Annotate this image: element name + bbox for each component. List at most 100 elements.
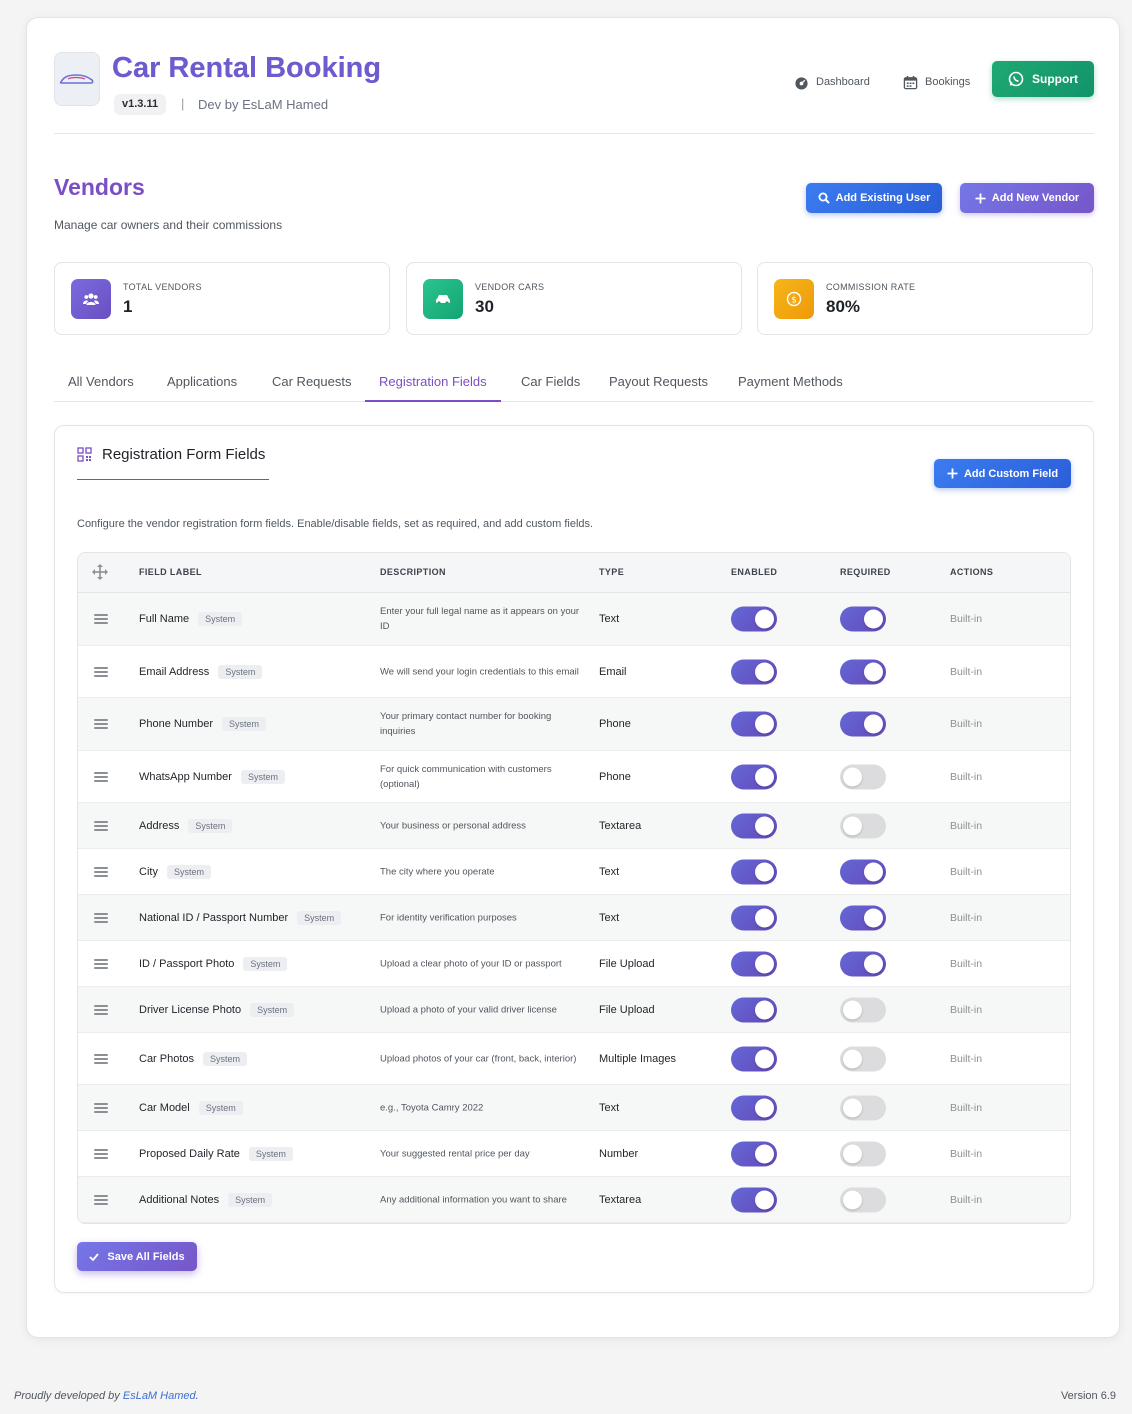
add-new-vendor-button[interactable]: Add New Vendor [960,183,1094,213]
drag-handle-icon[interactable] [94,717,108,731]
drag-handle-icon[interactable] [94,1101,108,1115]
enabled-toggle[interactable] [731,764,777,789]
table-row: City System The city where you operate Text… [78,849,1070,895]
action-text: Built-in [950,911,983,924]
tab-registration-fields[interactable]: Registration Fields [365,366,501,402]
tab-payout-requests[interactable]: Payout Requests [595,366,722,402]
required-toggle[interactable] [840,659,886,684]
header-field-label: FIELD LABEL [139,567,202,577]
required-toggle[interactable] [840,1141,886,1166]
field-description: For quick communication with customers (… [380,763,552,790]
vendor-tabs: All Vendors Applications Car Requests Re… [54,366,1094,402]
enabled-toggle[interactable] [731,1187,777,1212]
tab-applications[interactable]: Applications [153,366,251,402]
drag-handle-icon[interactable] [94,665,108,679]
stat-card-commission-rate: $ COMMISSION RATE 80% [757,262,1093,335]
field-type: Text [599,911,620,924]
enabled-toggle[interactable] [731,997,777,1022]
table-row: Full Name System Enter your full legal nam… [78,593,1070,646]
required-toggle[interactable] [840,905,886,930]
field-type: Number [599,1147,639,1160]
drag-handle-icon[interactable] [94,865,108,879]
field-label-cell: WhatsApp Number System [139,769,285,784]
nav-bookings-label: Bookings [925,76,971,88]
system-badge: System [250,1002,295,1017]
enabled-toggle[interactable] [731,606,777,632]
system-badge: System [228,1192,273,1207]
toggle-knob [864,908,883,927]
drag-handle-icon[interactable] [94,1147,108,1161]
enabled-toggle[interactable] [731,951,777,976]
toggle-knob [755,954,774,973]
enabled-toggle[interactable] [731,1141,777,1166]
whatsapp-icon [1008,71,1024,87]
field-label-cell: Car Model System [139,1100,243,1115]
required-toggle[interactable] [840,997,886,1022]
drag-handle-icon[interactable] [94,1193,108,1207]
action-text: Built-in [950,865,983,878]
system-badge: System [222,717,267,731]
support-button[interactable]: Support [992,61,1094,97]
enabled-toggle[interactable] [731,813,777,838]
drag-handle-icon[interactable] [94,819,108,833]
action-text: Built-in [950,957,983,970]
required-toggle[interactable] [840,711,886,737]
toggle-knob [755,816,774,835]
plus-icon [975,193,986,203]
nav-dashboard-link[interactable]: Dashboard [794,72,870,92]
field-description: Any additional information you want to s… [380,1194,567,1205]
stat-value: 30 [475,297,494,316]
nav-dashboard-label: Dashboard [816,76,870,88]
enabled-toggle[interactable] [731,1046,777,1071]
required-toggle[interactable] [840,1187,886,1212]
add-custom-field-button[interactable]: Add Custom Field [934,459,1071,488]
field-label: Proposed Daily Rate [139,1147,240,1160]
field-type: Text [599,613,620,625]
action-text: Built-in [950,613,983,625]
required-toggle[interactable] [840,951,886,976]
required-toggle[interactable] [840,1095,886,1120]
footer-author-link[interactable]: EsLaM Hamed [123,1390,196,1402]
developer-credit: Dev by EsLaM Hamed [198,97,329,112]
enabled-toggle[interactable] [731,711,777,737]
tab-car-requests[interactable]: Car Requests [258,366,365,402]
action-text: Built-in [950,1052,983,1065]
field-description: Upload photos of your car (front, back, … [380,1053,577,1064]
required-toggle[interactable] [840,859,886,884]
add-existing-user-button[interactable]: Add Existing User [806,183,942,213]
drag-handle-icon[interactable] [94,1052,108,1066]
dollar-icon: $ [774,279,814,319]
system-badge: System [240,769,285,784]
tab-payment-methods[interactable]: Payment Methods [724,366,857,402]
field-label-cell: Full Name System [139,612,243,626]
enabled-toggle[interactable] [731,1095,777,1120]
required-toggle[interactable] [840,813,886,838]
drag-handle-icon[interactable] [94,1003,108,1017]
field-type: Multiple Images [599,1052,677,1065]
enabled-toggle[interactable] [731,659,777,684]
drag-handle-icon[interactable] [94,770,108,784]
toggle-knob [755,1000,774,1019]
enabled-toggle[interactable] [731,905,777,930]
action-text: Built-in [950,1147,983,1160]
tab-all-vendors[interactable]: All Vendors [54,366,148,402]
panel-title-label: Registration Form Fields [102,446,266,463]
drag-handle-icon[interactable] [94,911,108,925]
nav-bookings-link[interactable]: Bookings [903,72,970,92]
toggle-knob [864,862,883,881]
dashboard-icon [795,76,808,90]
toggle-knob [755,862,774,881]
tab-car-fields[interactable]: Car Fields [507,366,594,402]
required-toggle[interactable] [840,1046,886,1071]
required-toggle[interactable] [840,606,886,632]
table-row: Car Photos System Upload photos of your ca… [78,1033,1070,1085]
users-icon [71,279,111,319]
add-existing-user-label: Add Existing User [835,192,931,204]
car-logo-icon [59,74,94,84]
save-all-fields-button[interactable]: Save All Fields [77,1242,197,1271]
required-toggle[interactable] [840,764,886,789]
drag-handle-icon[interactable] [94,957,108,971]
enabled-toggle[interactable] [731,859,777,884]
drag-handle-icon[interactable] [94,612,108,626]
action-text: Built-in [950,819,983,832]
